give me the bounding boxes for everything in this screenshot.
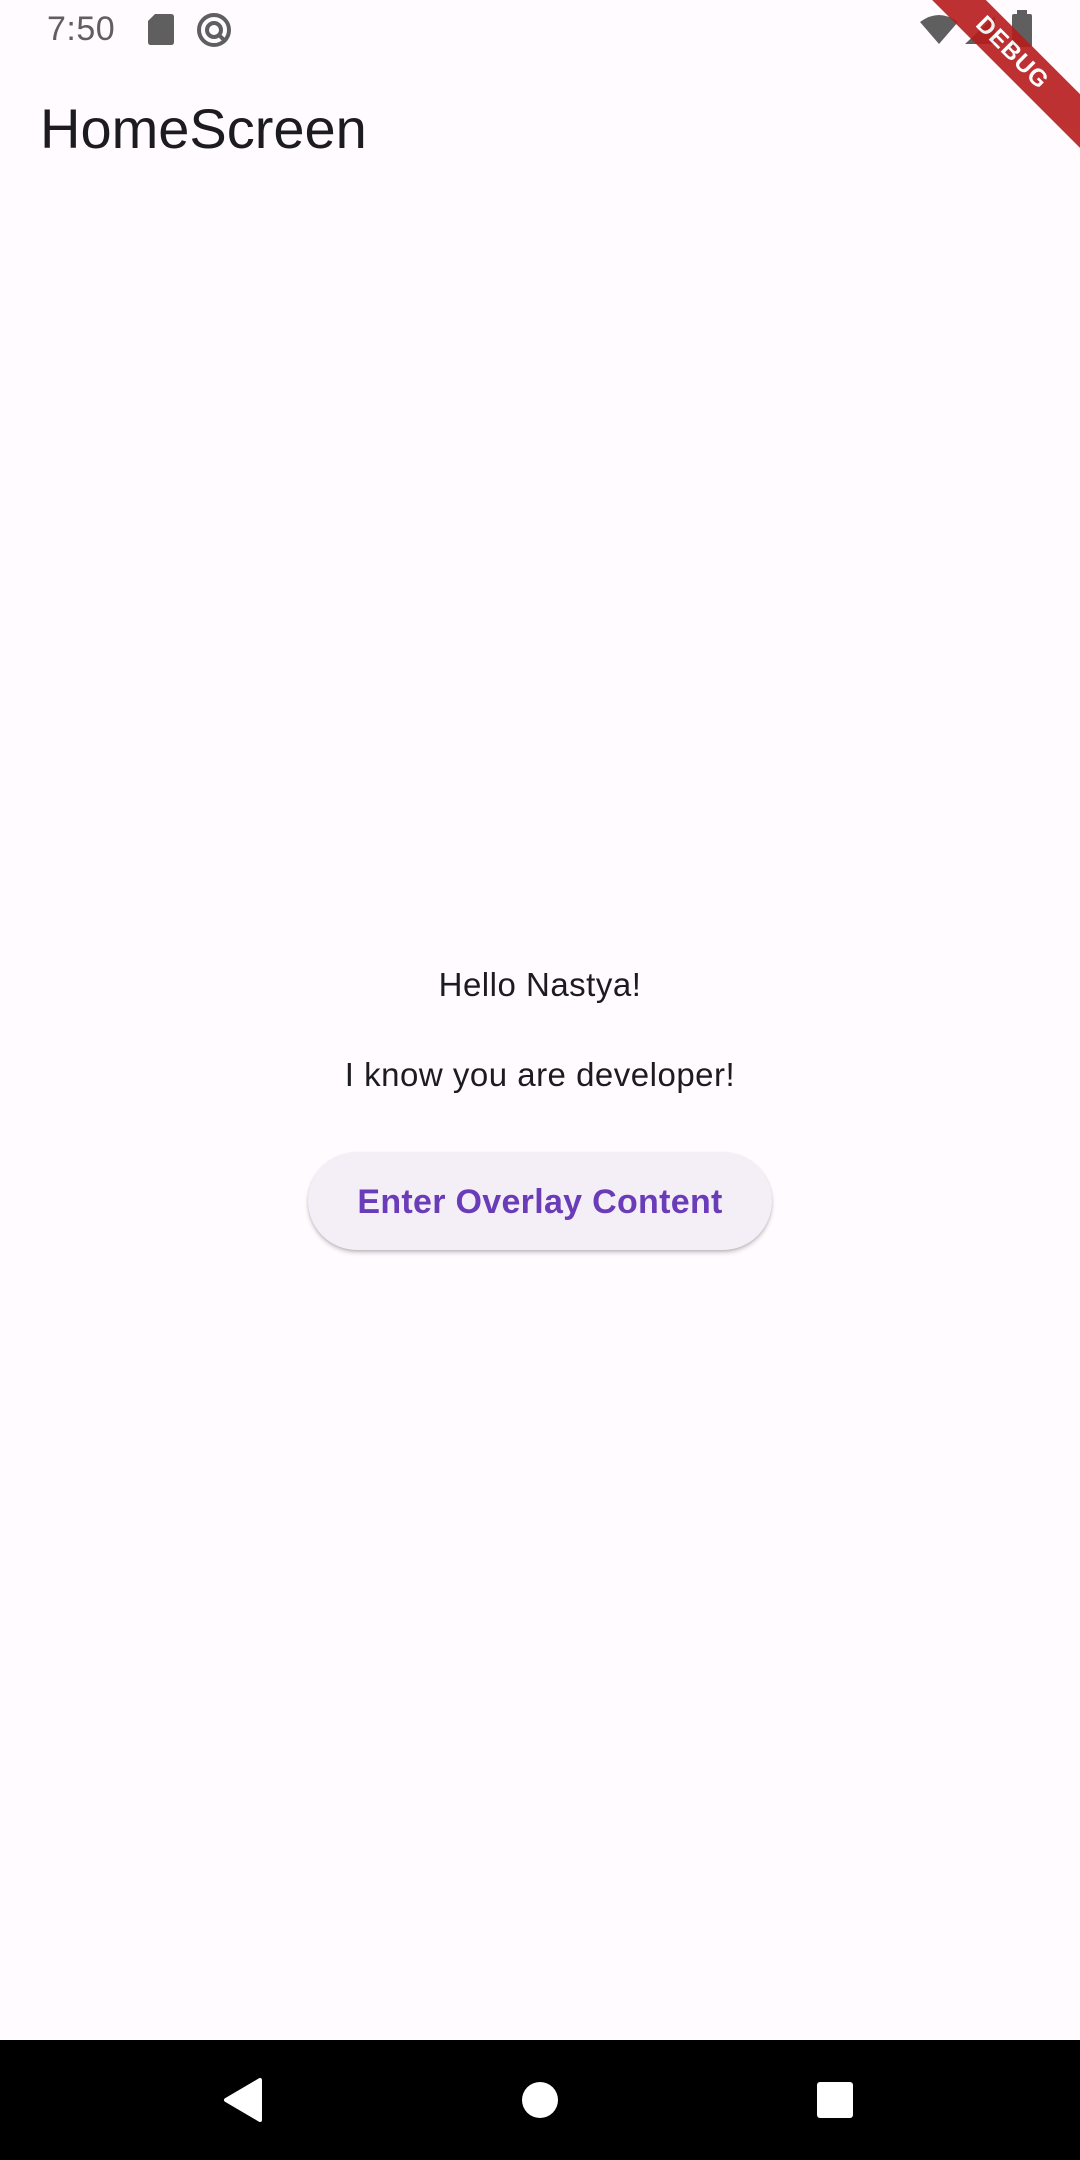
home-icon [522,2082,558,2118]
system-nav-bar [0,2040,1080,2160]
main-content: Hello Nastya! I know you are developer! … [0,960,1080,1250]
page-title: HomeScreen [40,97,367,160]
back-button[interactable] [204,2062,280,2138]
sd-card-icon [146,12,176,51]
developer-message: I know you are developer! [344,1056,736,1093]
do-not-disturb-icon [196,12,232,53]
status-bar: 7:50 [0,0,1080,60]
screen: 7:50 DEBUG HomeScreen Hello Nastya! I kn… [0,0,1080,2160]
greeting-text: Hello Nastya! [438,966,642,1003]
back-icon [224,2078,262,2122]
recents-icon [817,2082,853,2118]
status-time: 7:50 [47,10,116,48]
app-bar: HomeScreen [0,60,1080,200]
home-button[interactable] [502,2062,578,2138]
enter-overlay-button[interactable]: Enter Overlay Content [308,1152,772,1250]
recents-button[interactable] [797,2062,873,2138]
